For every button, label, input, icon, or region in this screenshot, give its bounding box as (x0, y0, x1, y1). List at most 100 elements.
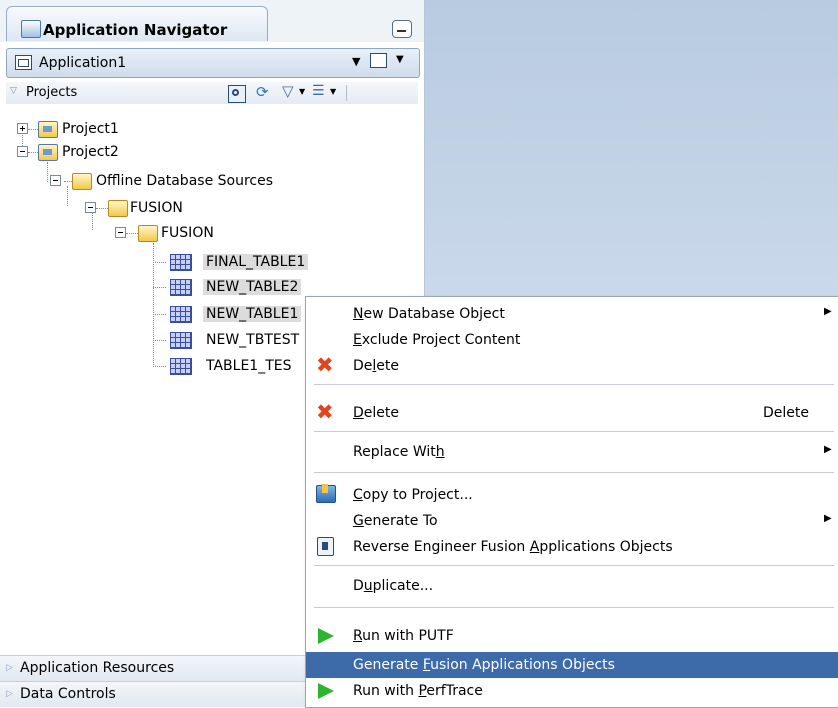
project-folder-icon (38, 121, 58, 138)
delete-icon: ✖ (316, 400, 334, 424)
application-menu-icon (370, 53, 387, 68)
submenu-arrow-icon: ▶ (824, 444, 832, 455)
menu-item-label: Delete (353, 358, 400, 374)
navigator-titlebar: Application Navigator (0, 0, 424, 42)
table-icon (170, 254, 192, 271)
accordion-label: Application Resources (20, 660, 175, 676)
application-icon (15, 55, 32, 70)
copy-icon (316, 484, 336, 503)
tree-node-project1[interactable]: Project1 (0, 118, 200, 140)
tree-node-label: Project1 (62, 121, 119, 137)
tree-node-label: NEW_TABLE2 (203, 279, 302, 295)
tree-node-table[interactable]: FINAL_TABLE1 (0, 251, 340, 273)
chevron-down-icon[interactable]: ▼ (299, 87, 305, 96)
menu-item-replace-with[interactable]: Replace With ▶ (306, 439, 838, 465)
expand-icon[interactable] (17, 123, 28, 134)
menu-item-exclude-project-content[interactable]: Exclude Project Content (306, 327, 838, 353)
minimize-button[interactable] (392, 20, 412, 38)
tree-node-fusion-1[interactable]: FUSION (0, 197, 240, 219)
menu-item-delete[interactable]: ✖ Delete (306, 353, 838, 379)
collapse-icon[interactable] (17, 146, 28, 157)
chevron-down-icon: ▼ (396, 54, 404, 65)
sort-levels-icon[interactable]: ☰ (312, 83, 328, 99)
chevron-down-icon[interactable]: ▼ (352, 55, 360, 68)
menu-item-label: Exclude Project Content (353, 332, 521, 348)
menu-accelerator: Delete (763, 405, 809, 421)
menu-item-run-with-putf[interactable]: Run with PUTF (306, 623, 838, 649)
projects-header[interactable]: ▽ Projects ⟳ ▽ ▼ ☰ ▼ (6, 82, 418, 104)
collapse-triangle-icon[interactable]: ▽ (10, 86, 17, 96)
filter-icon[interactable]: ▽ (282, 82, 298, 100)
menu-item-label: Replace With (353, 444, 445, 460)
run-icon (318, 628, 334, 644)
folder-icon (138, 225, 158, 242)
menu-separator (314, 607, 834, 608)
delete-icon: ✖ (316, 353, 334, 377)
application-selector[interactable]: Application1 ▼ ▼ (6, 48, 420, 78)
menu-separator (314, 384, 834, 385)
folder-icon (108, 200, 128, 217)
tree-node-label: Project2 (62, 144, 119, 160)
tree-node-fusion-2[interactable]: FUSION (0, 222, 270, 244)
menu-item-generate-fusion-applications-objects[interactable]: Generate Fusion Applications Objects (306, 652, 838, 678)
tree-node-table[interactable]: NEW_TABLE2 (0, 276, 340, 298)
folder-icon (72, 173, 92, 190)
tree-node-project2[interactable]: Project2 (0, 141, 200, 163)
tree-node-label: FUSION (161, 225, 214, 241)
tree-node-label: TABLE1_TES (206, 358, 292, 374)
collapse-icon[interactable] (50, 175, 61, 186)
menu-separator (314, 565, 834, 566)
tree-node-label: Offline Database Sources (96, 173, 274, 189)
table-icon (170, 332, 192, 349)
tree-node-label: FINAL_TABLE1 (203, 254, 309, 270)
menu-item-label: Copy to Project... (353, 487, 473, 503)
table-icon (170, 279, 192, 296)
menu-item-reverse-engineer[interactable]: Reverse Engineer Fusion Applications Obj… (306, 534, 838, 560)
expand-triangle-icon: ▷ (6, 689, 13, 699)
menu-item-label: New Database Object (353, 306, 505, 322)
navigator-title: Application Navigator (43, 21, 228, 39)
tree-node-table[interactable]: NEW_TBTEST (0, 329, 340, 351)
projects-label: Projects (26, 85, 78, 100)
menu-item-label: Run with PerfTrace (353, 683, 483, 699)
menu-item-new-database-object[interactable]: New Database Object ▶ (306, 301, 838, 327)
menu-separator (314, 431, 834, 432)
tree-node-label: NEW_TABLE1 (203, 306, 302, 322)
menu-separator (314, 472, 834, 473)
menu-item-label: Duplicate... (353, 578, 434, 594)
submenu-arrow-icon: ▶ (824, 306, 832, 317)
accordion-label: Data Controls (20, 686, 116, 702)
menu-item-generate-to[interactable]: Generate To ▶ (306, 508, 838, 534)
tree-node-table[interactable]: TABLE1_TES (0, 355, 340, 377)
run-icon (318, 683, 334, 699)
menu-item-delete-accel[interactable]: ✖ Delete Delete (306, 400, 838, 426)
collapse-icon[interactable] (115, 227, 126, 238)
project-folder-icon (38, 144, 58, 161)
menu-item-label: Generate To (353, 513, 438, 529)
search-icon[interactable] (228, 85, 246, 103)
chevron-down-icon[interactable]: ▼ (330, 87, 336, 96)
toolbar-divider (346, 85, 347, 101)
application-navigator-icon (21, 20, 41, 38)
collapse-icon[interactable] (85, 202, 96, 213)
menu-item-label: Delete (353, 405, 399, 421)
submenu-arrow-icon: ▶ (824, 513, 832, 524)
expand-triangle-icon: ▷ (6, 663, 13, 673)
menu-item-label: Generate Fusion Applications Objects (353, 657, 615, 673)
menu-item-duplicate[interactable]: Duplicate... (306, 573, 838, 599)
menu-item-copy-to-project[interactable]: Copy to Project... (306, 482, 838, 508)
table-icon (170, 358, 192, 375)
application-name: Application1 (39, 55, 127, 71)
refresh-icon[interactable]: ⟳ (256, 83, 272, 101)
tree-node-table[interactable]: NEW_TABLE1 (0, 303, 340, 325)
menu-item-run-with-perftrace[interactable]: Run with PerfTrace (306, 678, 838, 704)
table-icon (170, 306, 192, 323)
menu-item-label: Reverse Engineer Fusion Applications Obj… (353, 539, 673, 555)
application-menu-button[interactable]: ▼ (370, 52, 414, 72)
context-menu: New Database Object ▶ Exclude Project Co… (305, 296, 838, 708)
tree-node-label: FUSION (130, 200, 183, 216)
navigator-tab[interactable]: Application Navigator (6, 6, 268, 41)
tree-node-offline-sources[interactable]: Offline Database Sources (0, 170, 340, 192)
menu-item-label: Run with PUTF (353, 628, 454, 644)
reverse-engineer-icon (317, 537, 334, 556)
